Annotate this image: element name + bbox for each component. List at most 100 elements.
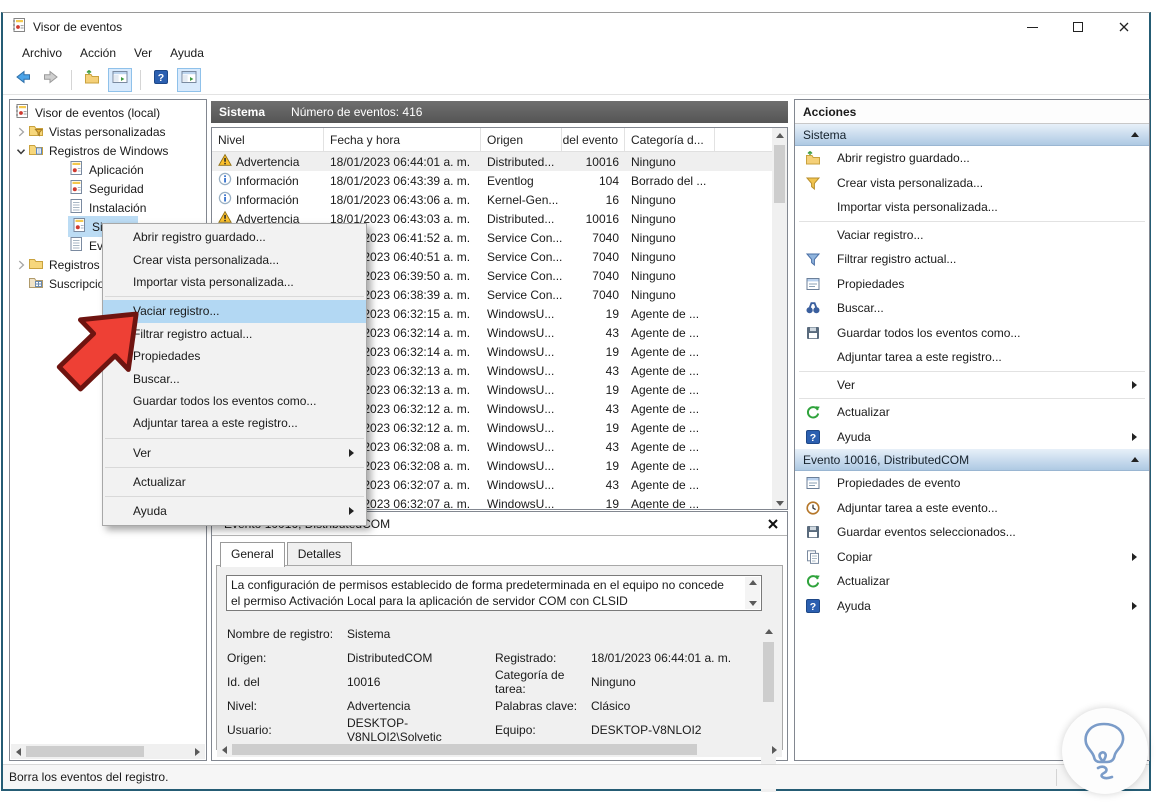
menu-archivo[interactable]: Archivo bbox=[13, 43, 71, 63]
back-button[interactable] bbox=[11, 68, 35, 92]
events-vertical-scrollbar[interactable] bbox=[772, 128, 787, 509]
context-menu-abrir-registro-guardado[interactable]: Abrir registro guardado... bbox=[103, 226, 366, 248]
chevron-right-icon[interactable] bbox=[14, 125, 28, 139]
action-importar-vista-personalizada[interactable]: Importar vista personalizada... bbox=[795, 195, 1149, 220]
action-guardar-eventos-seleccionados[interactable]: Guardar eventos seleccionados... bbox=[795, 520, 1149, 545]
event-row[interactable]: Información 18/01/2023 06:43:39 a. m. Even… bbox=[212, 171, 772, 190]
scroll-up-button[interactable] bbox=[748, 580, 757, 585]
actions-pane: Acciones Sistema Abrir registro guardado.… bbox=[794, 99, 1150, 761]
scroll-thumb[interactable] bbox=[26, 746, 144, 757]
action-buscar[interactable]: Buscar... bbox=[795, 296, 1149, 321]
column-header-origen[interactable]: Origen bbox=[481, 128, 562, 151]
tree-item-label-wrap: Visor de eventos (local) bbox=[14, 103, 160, 122]
action-actualizar[interactable]: Actualizar bbox=[795, 569, 1149, 594]
action-section-evento-10016-distributedcom[interactable]: Evento 10016, DistributedCOM bbox=[795, 449, 1149, 471]
tree-item-aplicaci-n[interactable]: Aplicación bbox=[10, 160, 206, 179]
scroll-left-button[interactable] bbox=[217, 742, 232, 757]
scroll-down-button[interactable] bbox=[748, 601, 757, 606]
action-ayuda[interactable]: ? Ayuda bbox=[795, 425, 1149, 450]
action-crear-vista-personalizada[interactable]: Crear vista personalizada... bbox=[795, 171, 1149, 196]
tab-detalles[interactable]: Detalles bbox=[286, 542, 353, 567]
cell-event-id: 104 bbox=[598, 173, 619, 188]
action-separator bbox=[799, 398, 1145, 399]
maximize-button[interactable] bbox=[1055, 13, 1101, 41]
collapse-icon[interactable] bbox=[1131, 457, 1139, 462]
event-row[interactable]: Información 18/01/2023 06:43:06 a. m. Kern… bbox=[212, 190, 772, 209]
tree-item-vistas-personalizadas[interactable]: Vistas personalizadas bbox=[10, 122, 206, 141]
context-menu-actualizar[interactable]: Actualizar bbox=[103, 471, 366, 493]
toggle-action-pane-button[interactable] bbox=[177, 67, 201, 92]
column-header-nivel[interactable]: Nivel bbox=[212, 128, 324, 151]
action-filtrar-registro-actual[interactable]: Filtrar registro actual... bbox=[795, 247, 1149, 272]
menu-ver[interactable]: Ver bbox=[125, 43, 161, 63]
menu-ayuda[interactable]: Ayuda bbox=[161, 43, 213, 63]
status-text: Borra los eventos del registro. bbox=[9, 770, 169, 784]
event-row[interactable]: Advertencia 18/01/2023 06:44:01 a. m. Dist… bbox=[212, 152, 772, 171]
cell-event-id: 43 bbox=[605, 325, 619, 340]
context-menu-ver[interactable]: Ver bbox=[103, 442, 366, 464]
field-label: Categoría de tarea: bbox=[495, 668, 565, 696]
menu-acci-n[interactable]: Acción bbox=[71, 43, 125, 63]
context-menu-ayuda[interactable]: Ayuda bbox=[103, 500, 366, 522]
action-ayuda[interactable]: ? Ayuda bbox=[795, 594, 1149, 619]
scroll-left-button[interactable] bbox=[11, 744, 26, 759]
action-section-sistema[interactable]: Sistema bbox=[795, 124, 1149, 146]
scroll-up-button[interactable] bbox=[761, 624, 776, 639]
cell-event-id: 43 bbox=[605, 477, 619, 492]
cell-origin: WindowsU... bbox=[487, 496, 555, 510]
scroll-thumb[interactable] bbox=[232, 744, 697, 755]
cell-event-id: 19 bbox=[605, 420, 619, 435]
toggle-console-tree-button[interactable] bbox=[108, 67, 132, 92]
forward-button[interactable] bbox=[39, 68, 63, 92]
scroll-right-button[interactable] bbox=[190, 744, 205, 759]
minimize-button[interactable] bbox=[1009, 13, 1055, 41]
help-icon: ? bbox=[153, 69, 169, 90]
cell-origin: Distributed... bbox=[487, 154, 555, 169]
tree-item-instalaci-n[interactable]: Instalación bbox=[10, 198, 206, 217]
chevron-down-icon[interactable] bbox=[14, 144, 28, 158]
action-copiar[interactable]: Copiar bbox=[795, 545, 1149, 570]
subscriptions-icon bbox=[28, 274, 44, 293]
scroll-up-button[interactable] bbox=[772, 128, 787, 143]
close-button[interactable] bbox=[1101, 13, 1147, 41]
action-vaciar-registro[interactable]: Vaciar registro... bbox=[795, 223, 1149, 248]
action-adjuntar-tarea-a-este-evento[interactable]: Adjuntar tarea a este evento... bbox=[795, 496, 1149, 521]
scroll-thumb[interactable] bbox=[763, 642, 774, 702]
cell-category: Agente de ... bbox=[631, 458, 700, 473]
tab-general[interactable]: General bbox=[220, 542, 285, 567]
tree-item-registros-de-windows[interactable]: Registros de Windows bbox=[10, 141, 206, 160]
detail-horizontal-scrollbar[interactable] bbox=[217, 742, 782, 757]
context-menu-importar-vista-personalizada[interactable]: Importar vista personalizada... bbox=[103, 271, 366, 293]
action-label: Abrir registro guardado... bbox=[837, 151, 970, 166]
action-propiedades[interactable]: Propiedades bbox=[795, 272, 1149, 297]
action-adjuntar-tarea-a-este-registro[interactable]: Adjuntar tarea a este registro... bbox=[795, 345, 1149, 370]
scroll-thumb[interactable] bbox=[774, 145, 785, 203]
open-saved-log-button[interactable] bbox=[80, 68, 104, 92]
column-header-categor-a-d[interactable]: Categoría d... bbox=[625, 128, 715, 151]
help-button[interactable]: ? bbox=[149, 68, 173, 92]
chevron-right-icon[interactable] bbox=[14, 258, 28, 272]
action-ver[interactable]: Ver bbox=[795, 373, 1149, 398]
column-header-id-del-evento[interactable]: Id. del evento bbox=[562, 128, 625, 151]
action-separator bbox=[799, 370, 1145, 372]
field-value: DESKTOP-V8NLOI2 bbox=[591, 723, 702, 737]
scroll-down-button[interactable] bbox=[772, 496, 787, 509]
event-description[interactable]: La configuración de permisos establecido… bbox=[226, 575, 762, 611]
scroll-right-button[interactable] bbox=[767, 742, 782, 757]
svg-text:?: ? bbox=[810, 432, 816, 444]
column-header-fecha-y-hora[interactable]: Fecha y hora bbox=[324, 128, 481, 151]
tree-item-visor-de-eventos-local[interactable]: Visor de eventos (local) bbox=[10, 103, 206, 122]
cell-event-id: 43 bbox=[605, 439, 619, 454]
properties-icon bbox=[805, 475, 821, 491]
description-scrollbar[interactable] bbox=[745, 577, 760, 609]
tree-item-seguridad[interactable]: Seguridad bbox=[10, 179, 206, 198]
detail-close-icon[interactable] bbox=[765, 516, 781, 532]
action-actualizar[interactable]: Actualizar bbox=[795, 400, 1149, 425]
action-guardar-todos-los-eventos-como[interactable]: Guardar todos los eventos como... bbox=[795, 321, 1149, 346]
action-propiedades-de-evento[interactable]: Propiedades de evento bbox=[795, 471, 1149, 496]
tree-horizontal-scrollbar[interactable] bbox=[11, 744, 205, 759]
collapse-icon[interactable] bbox=[1131, 132, 1139, 137]
context-menu-crear-vista-personalizada[interactable]: Crear vista personalizada... bbox=[103, 248, 366, 270]
context-menu-adjuntar-tarea-a-este-registro[interactable]: Adjuntar tarea a este registro... bbox=[103, 412, 366, 434]
action-abrir-registro-guardado[interactable]: Abrir registro guardado... bbox=[795, 146, 1149, 171]
